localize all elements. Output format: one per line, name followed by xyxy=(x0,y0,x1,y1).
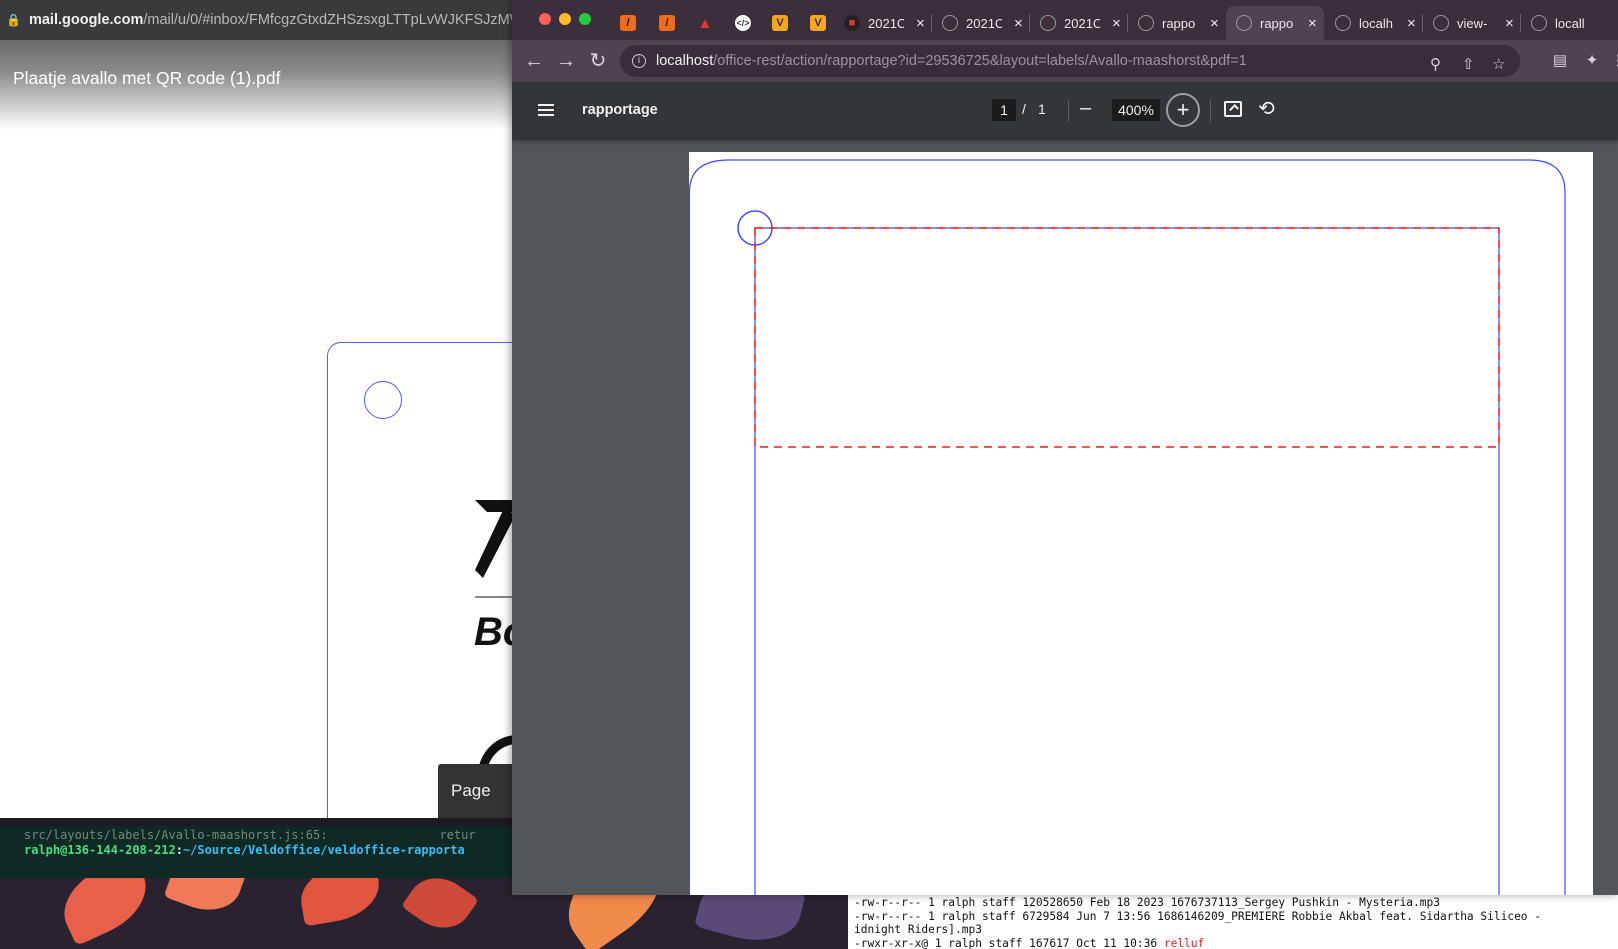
globe-icon xyxy=(942,15,958,31)
label-outline xyxy=(689,159,1566,895)
reload-button[interactable]: ↻ xyxy=(586,49,610,73)
minimize-window-button[interactable] xyxy=(559,13,571,25)
site-info-icon[interactable]: i xyxy=(632,54,646,68)
globe-icon xyxy=(1531,15,1547,31)
close-tab-icon[interactable]: × xyxy=(1210,15,1219,32)
address-bar[interactable]: i localhost/office-rest/action/rapportag… xyxy=(620,45,1520,77)
navigation-bar: ← → ↻ i localhost/office-rest/action/rap… xyxy=(512,40,1618,82)
dashed-placeholder-box xyxy=(754,227,1500,448)
ninja-icon: ■ xyxy=(844,15,860,31)
attachment-header: Plaatje avallo met QR code (1).pdf xyxy=(0,40,515,130)
zoom-icon[interactable]: ⚲ xyxy=(1430,55,1441,73)
red-wing-icon: ▲ xyxy=(697,14,713,32)
logo-partial-text: Bo xyxy=(474,610,515,654)
page-total: 1 xyxy=(1038,101,1046,117)
label-preview-card xyxy=(327,342,515,818)
globe-icon xyxy=(1040,15,1056,31)
attachment-title: Plaatje avallo met QR code (1).pdf xyxy=(13,68,281,88)
avallo-logo-mark xyxy=(475,500,515,578)
fit-to-page-icon[interactable] xyxy=(1224,101,1242,117)
code-icon: </> xyxy=(735,15,751,31)
terminal-output-line: src/layouts/labels/Avallo-maashorst.js:6… xyxy=(24,828,476,842)
toolbar-divider xyxy=(1068,100,1069,122)
terminal-prompt: ralph@136-144-208-212:~/Source/Veldoffic… xyxy=(24,843,465,857)
bookmark-star-icon[interactable]: ☆ xyxy=(1492,55,1505,73)
close-tab-icon[interactable]: × xyxy=(1308,15,1317,32)
tab-2021c-2[interactable]: 2021C × xyxy=(932,6,1028,40)
tab-2021c-3[interactable]: 2021C × xyxy=(1030,6,1126,40)
tab-strip: / / ▲ </> V V ■ 2021C × 2021C × 2021C × rapp… xyxy=(512,0,1618,40)
chrome-menu-icon[interactable]: ⋮ xyxy=(1606,49,1618,73)
desktop: src/layouts/labels/Avallo-maashorst.js:6… xyxy=(0,0,1618,949)
page-indicator-tooltip: Page xyxy=(438,764,515,818)
close-tab-icon[interactable]: × xyxy=(1112,15,1121,32)
globe-icon xyxy=(1335,15,1351,31)
label-layout-drawing xyxy=(689,159,1566,895)
tab-localhost-2[interactable]: locall xyxy=(1521,6,1618,40)
close-tab-icon[interactable]: × xyxy=(1014,15,1023,32)
share-icon[interactable]: ⇧ xyxy=(1462,55,1475,73)
close-tab-icon[interactable]: × xyxy=(1505,15,1514,32)
close-tab-icon[interactable]: × xyxy=(916,15,925,32)
tab-pinned-5[interactable]: V xyxy=(762,6,796,40)
v-logo-icon: V xyxy=(772,15,788,31)
hamburger-menu-icon[interactable] xyxy=(538,104,554,116)
pdf-document-title: rapportage xyxy=(582,102,658,118)
tab-rapportage-active[interactable]: rappo × xyxy=(1226,6,1324,40)
tab-2021c-1[interactable]: ■ 2021C × xyxy=(834,6,930,40)
address-url: localhost/office-rest/action/rapportage?… xyxy=(656,53,1247,69)
globe-icon xyxy=(1236,15,1252,31)
file-list-line: idnight Riders].mp3 xyxy=(854,923,982,936)
close-tab-icon[interactable]: × xyxy=(1407,15,1416,32)
pdf-page xyxy=(689,152,1593,895)
logo-divider xyxy=(475,596,515,598)
forward-button[interactable]: → xyxy=(554,49,578,73)
tab-rapportage-1[interactable]: rappo × xyxy=(1128,6,1224,40)
chrome-window: / / ▲ </> V V ■ 2021C × 2021C × 2021C × rapp… xyxy=(512,0,1618,895)
tab-pinned-4[interactable]: </> xyxy=(725,6,759,40)
rotate-icon[interactable]: ⟲ xyxy=(1258,96,1275,121)
label-hole-circle xyxy=(364,381,402,419)
file-list-line: -rw-r--r-- 1 ralph staff 6729584 Jun 7 1… xyxy=(854,909,1542,923)
file-list-line: -rwxr-xr-x@ 1 ralph staff 167617 Oct 11 … xyxy=(854,936,1205,949)
close-window-button[interactable] xyxy=(539,13,551,25)
toolbar-divider xyxy=(1210,100,1211,122)
tab-view[interactable]: view- × xyxy=(1423,6,1519,40)
zoom-level-input[interactable]: 400% xyxy=(1112,99,1160,121)
zoom-out-button[interactable]: – xyxy=(1080,97,1091,120)
zoom-in-button[interactable]: + xyxy=(1166,93,1200,127)
v-logo-icon: V xyxy=(810,15,826,31)
reading-list-icon[interactable]: ▤ xyxy=(1548,49,1572,73)
orange-slash-icon: / xyxy=(659,15,675,31)
globe-icon xyxy=(1433,15,1449,31)
gmail-url-bar[interactable]: 🔒 mail.google.com/mail/u/0/#inbox/FMfcgz… xyxy=(0,0,515,40)
lock-icon: 🔒 xyxy=(6,13,21,27)
tab-pinned-1[interactable]: / xyxy=(610,6,644,40)
page-separator: / xyxy=(1022,101,1026,117)
gmail-preview-window: 🔒 mail.google.com/mail/u/0/#inbox/FMfcgz… xyxy=(0,0,515,818)
orange-slash-icon: / xyxy=(620,15,636,31)
maximize-window-button[interactable] xyxy=(579,13,591,25)
file-list-line: -rw-r--r-- 1 ralph staff 120528650 Feb 1… xyxy=(854,896,1440,909)
tab-pinned-6[interactable]: V xyxy=(800,6,834,40)
tab-localhost[interactable]: localh × xyxy=(1325,6,1421,40)
tab-pinned-2[interactable]: / xyxy=(649,6,683,40)
extensions-puzzle-icon[interactable]: ✦ xyxy=(1580,49,1604,73)
back-button[interactable]: ← xyxy=(522,49,546,73)
terminal-window-left[interactable]: src/layouts/labels/Avallo-maashorst.js:6… xyxy=(0,826,512,878)
pdf-viewer-toolbar: rapportage 1 / 1 – 400% + ⟲ xyxy=(512,82,1618,140)
globe-icon xyxy=(1138,15,1154,31)
page-number-input[interactable]: 1 xyxy=(992,99,1016,121)
tab-pinned-3[interactable]: ▲ xyxy=(687,6,721,40)
terminal-window-right[interactable]: -rw-r--r-- 1 ralph staff 120528650 Feb 1… xyxy=(848,895,1618,949)
